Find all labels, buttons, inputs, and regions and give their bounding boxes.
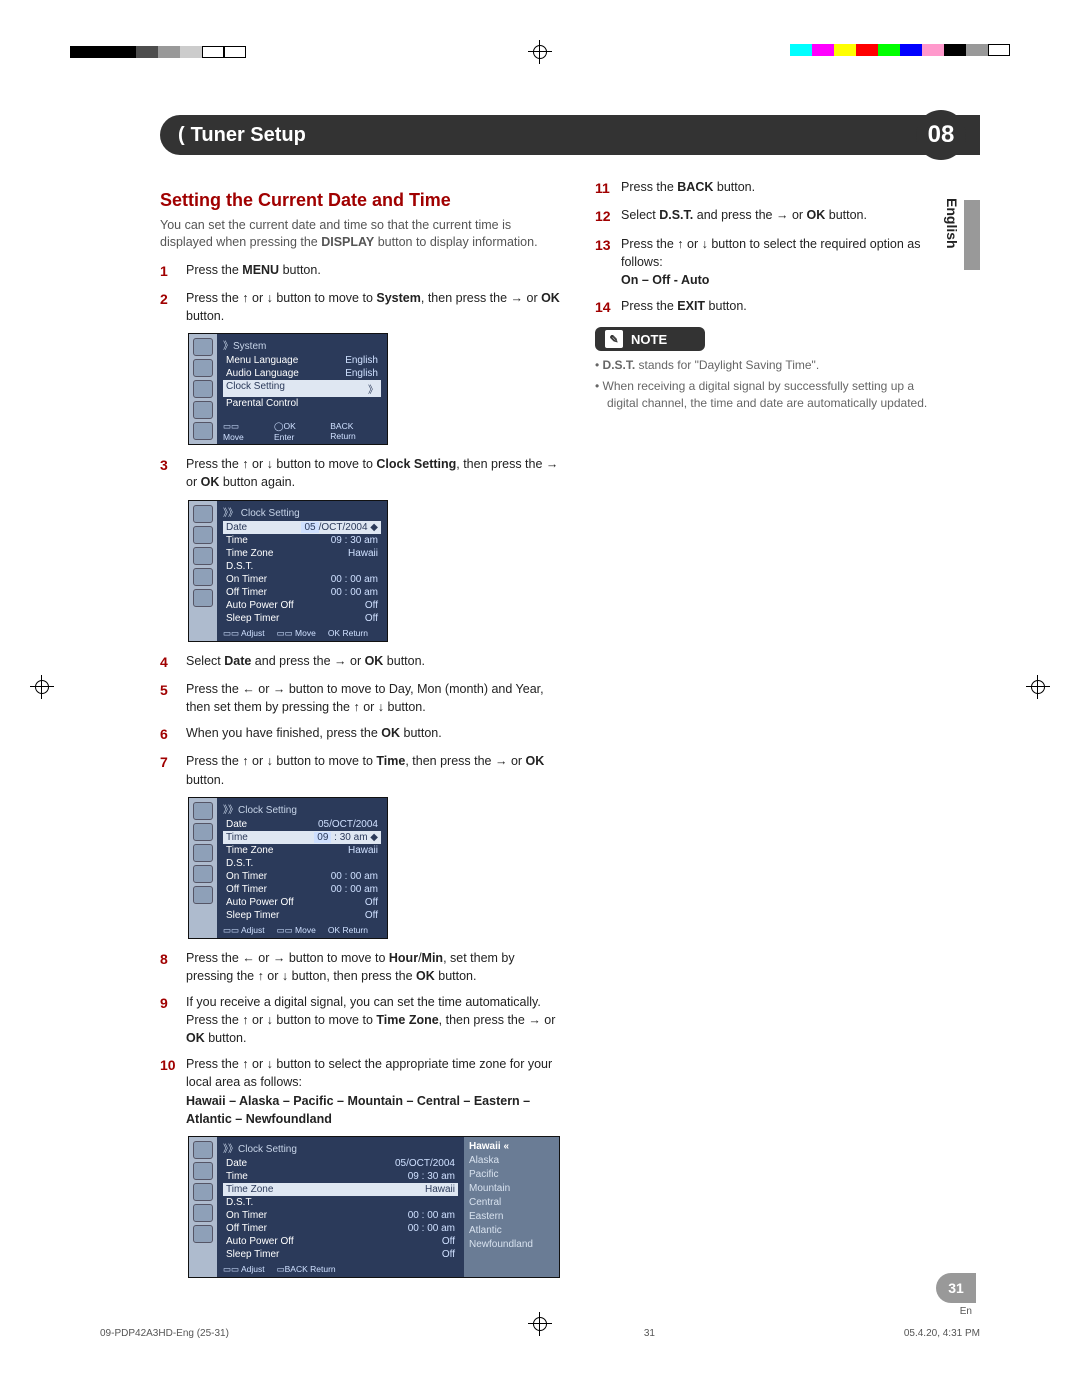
notes-list: D.S.T. stands for "Daylight Saving Time"… [595, 357, 945, 411]
step: 1Press the MENU button. [160, 261, 560, 281]
step: 11Press the BACK button. [595, 178, 945, 198]
section-heading: Setting the Current Date and Time [160, 190, 560, 211]
registration-mark-right [1026, 675, 1050, 699]
step: 13Press the ↑ or ↓ button to select the … [595, 235, 945, 289]
note-label: NOTE [631, 332, 667, 347]
language-tab: English [944, 198, 960, 249]
step: 14Press the EXIT button. [595, 297, 945, 317]
note-item: D.S.T. stands for "Daylight Saving Time"… [595, 357, 945, 374]
osd-screenshot: 》》Clock SettingDate05/OCT/2004Time09 : 3… [188, 797, 388, 939]
step: 5Press the ← or → button to move to Day,… [160, 680, 560, 716]
osd-screenshot: 》》 Clock SettingDate05/OCT/2004 ◆Time09 … [188, 500, 388, 642]
step: 4Select Date and press the → or OK butto… [160, 652, 560, 672]
registration-mark-left [30, 675, 54, 699]
step: 8Press the ← or → button to move to Hour… [160, 949, 560, 985]
chapter-number: 08 [916, 110, 966, 160]
note-icon: ✎ [605, 330, 623, 348]
page-language-abbrev: En [960, 1306, 972, 1317]
step: 10Press the ↑ or ↓ button to select the … [160, 1055, 560, 1128]
step: 2Press the ↑ or ↓ button to move to Syst… [160, 289, 560, 325]
steps-right: 11Press the BACK button. 12Select D.S.T. … [595, 178, 945, 317]
steps-left: 1Press the MENU button. 2Press the ↑ or ↓… [160, 261, 560, 1278]
step: 9If you receive a digital signal, you ca… [160, 993, 560, 1047]
footer-filename: 09-PDP42A3HD-Eng (25-31) [100, 1328, 644, 1339]
note-header: ✎ NOTE [595, 327, 705, 351]
step: 6When you have finished, press the OK bu… [160, 724, 560, 744]
print-grayscale-bar [70, 46, 246, 58]
language-tab-bg [964, 200, 980, 270]
step: 3Press the ↑ or ↓ button to move to Cloc… [160, 455, 560, 491]
section-intro: You can set the current date and time so… [160, 217, 560, 251]
step: 7Press the ↑ or ↓ button to move to Time… [160, 752, 560, 788]
footer-timestamp: 05.4.20, 4:31 PM [904, 1328, 980, 1339]
footer-page: 31 [644, 1328, 904, 1339]
chapter-header: ( Tuner Setup 08 [160, 115, 980, 155]
osd-screenshot: 》》Clock SettingDate05/OCT/2004Time09 : 3… [188, 1136, 560, 1278]
print-footer: 09-PDP42A3HD-Eng (25-31) 31 05.4.20, 4:3… [100, 1328, 980, 1339]
step: 12Select D.S.T. and press the → or OK bu… [595, 206, 945, 226]
print-color-bar [790, 44, 1010, 56]
osd-screenshot: 》SystemMenu LanguageEnglishAudio Languag… [188, 333, 388, 445]
chapter-title: Tuner Setup [191, 124, 306, 147]
registration-mark-top [528, 40, 552, 64]
note-item: When receiving a digital signal by succe… [595, 378, 945, 412]
page-number-badge: 31 [936, 1273, 976, 1303]
